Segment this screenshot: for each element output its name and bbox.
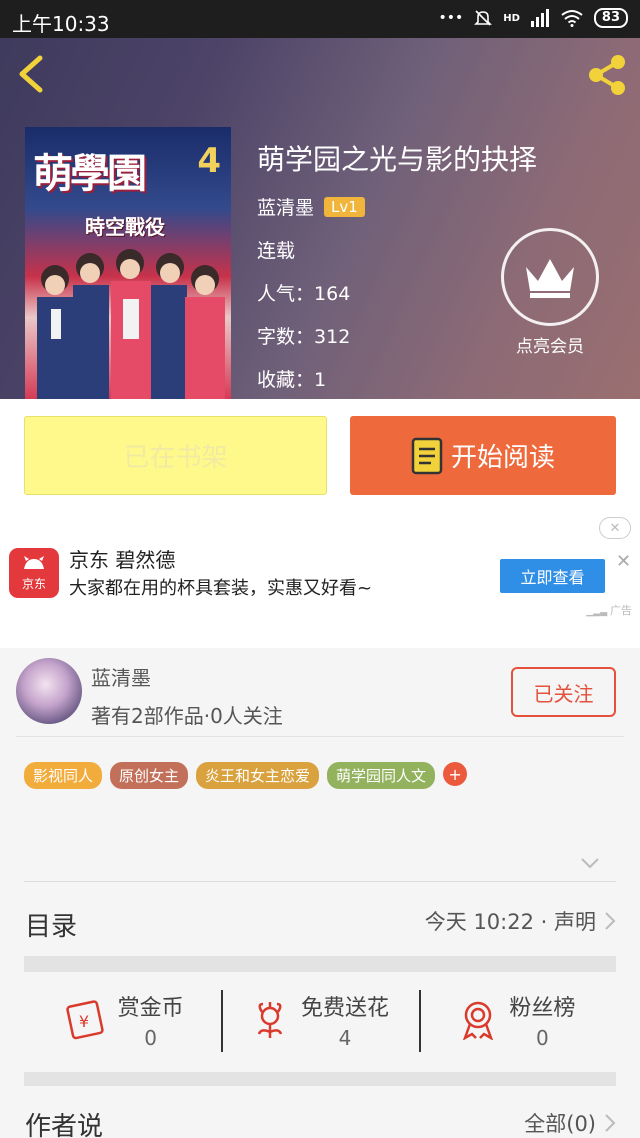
start-reading-label: 开始阅读 <box>450 443 555 473</box>
author-says-label[interactable]: 作者说 <box>25 1106 103 1138</box>
signal-bars-icon <box>530 9 549 27</box>
reward-coins[interactable]: ¥ 赏金币 0 <box>24 972 221 1068</box>
ad-description: 大家都在用的杯具套装，实惠又好看~ <box>69 578 373 599</box>
tag-chip[interactable]: 萌学园同人文 <box>327 762 436 789</box>
svg-text:¥: ¥ <box>79 1012 89 1031</box>
reward-count: 0 <box>144 1026 158 1050</box>
reward-flowers-text: 免费送花 4 <box>301 990 389 1050</box>
ad-tag-label: 广告 <box>610 604 632 617</box>
words-value: 312 <box>314 326 351 348</box>
reward-fans-text: 粉丝榜 0 <box>509 990 575 1050</box>
status-time: 上午10:33 <box>12 12 110 36</box>
jd-logo: 京东 <box>9 548 59 598</box>
wifi-icon <box>561 10 583 27</box>
more-dots-icon: ••• <box>438 10 464 26</box>
reward-fans[interactable]: 粉丝榜 0 <box>418 972 616 1068</box>
jd-dog-icon <box>24 555 44 569</box>
battery-indicator: 83 <box>593 8 628 28</box>
section-separator <box>24 1072 616 1086</box>
ad-wave-icon: ▁▂▃ <box>586 607 610 617</box>
reward-count: 0 <box>535 1026 549 1050</box>
chevron-right-icon <box>605 1114 616 1132</box>
tag-chip[interactable]: 影视同人 <box>24 762 103 789</box>
ad-view-button[interactable]: 立即查看 <box>500 559 605 593</box>
book-favorites: 收藏：1 <box>257 365 326 392</box>
cover-characters-image <box>37 249 225 399</box>
flower-icon <box>257 1002 283 1038</box>
signal-hd-label: HD <box>503 12 520 24</box>
vip-button[interactable]: 点亮会员 <box>500 228 600 358</box>
toc-update-link[interactable]: 今天 10:22 · 声明 <box>425 906 616 936</box>
book-author[interactable]: 蓝清墨 <box>257 193 314 220</box>
followed-button[interactable]: 已关注 <box>511 667 616 717</box>
vip-crown-circle <box>501 228 599 326</box>
chevron-right-icon <box>605 912 616 930</box>
jd-logo-text: 京东 <box>21 576 46 591</box>
reward-label: 赏金币 <box>117 996 184 1021</box>
ad-close-icon[interactable]: ✕ <box>616 551 631 572</box>
book-popularity: 人气：164 <box>257 279 350 306</box>
book-header: 上午10:33 ••• HD 83 萌學園 4 時空戰役 萌学园之光与影的抉择 … <box>0 0 640 399</box>
divider <box>24 881 616 882</box>
ad-title: 京东 碧然德 <box>69 548 176 572</box>
tag-chip[interactable]: 原创女主 <box>110 762 189 789</box>
tag-list: 影视同人 原创女主 炎王和女主恋爱 萌学园同人文 + <box>24 762 468 789</box>
medal-icon <box>463 1001 494 1040</box>
expand-chevron-icon[interactable] <box>580 856 600 870</box>
reward-label: 免费送花 <box>300 996 389 1021</box>
reward-coins-text: 赏金币 0 <box>118 990 184 1050</box>
favorites-value: 1 <box>314 369 327 391</box>
author-stats: 著有2部作品·0人关注 <box>91 704 283 728</box>
toc-updated: 今天 10:22 · 声明 <box>424 910 596 934</box>
words-label: 字数： <box>257 326 315 348</box>
status-bar: 上午10:33 ••• HD 83 <box>0 0 640 38</box>
book-author-line: 蓝清墨 Lv1 <box>257 193 365 220</box>
reward-bar: ¥ 赏金币 0 免费送花 4 粉丝榜 0 <box>24 972 616 1068</box>
ad-banner[interactable]: 京东 京东 碧然德 大家都在用的杯具套装，实惠又好看~ 立即查看 ✕ ✕ ▁▂▃… <box>0 511 640 648</box>
author-section: 蓝清墨 著有2部作品·0人关注 已关注 影视同人 原创女主 炎王和女主恋爱 萌学… <box>0 648 640 1138</box>
book-icon <box>411 437 443 474</box>
action-buttons: 已在书架 开始阅读 <box>0 399 640 511</box>
author-avatar[interactable] <box>16 658 82 724</box>
start-reading-button[interactable]: 开始阅读 <box>350 416 616 495</box>
status-icons: ••• HD 83 <box>438 8 628 28</box>
author-says-all-link[interactable]: 全部(0) <box>524 1108 616 1138</box>
author-name[interactable]: 蓝清墨 <box>91 662 151 691</box>
mute-bell-icon <box>474 10 493 26</box>
section-separator <box>24 956 616 972</box>
add-tag-icon[interactable]: + <box>443 762 468 786</box>
book-status: 连载 <box>257 240 296 262</box>
reward-count: 4 <box>338 1026 352 1050</box>
author-says-all: 全部(0) <box>524 1112 596 1136</box>
tag-chip[interactable]: 炎王和女主恋爱 <box>196 762 320 789</box>
book-cover[interactable]: 萌學園 4 時空戰役 <box>25 127 231 399</box>
popularity-value: 164 <box>314 283 351 305</box>
popularity-label: 人气： <box>257 283 315 305</box>
ad-dismiss-icon[interactable]: ✕ <box>599 517 631 539</box>
vip-label: 点亮会员 <box>516 337 584 357</box>
reward-label: 粉丝榜 <box>509 996 576 1021</box>
back-arrow-icon[interactable] <box>12 52 52 96</box>
ad-tag: ▁▂▃ 广告 <box>586 602 632 618</box>
red-envelope-icon: ¥ <box>65 1000 104 1040</box>
crown-icon <box>526 259 574 298</box>
cover-subtitle: 時空戰役 <box>85 215 165 239</box>
favorites-label: 收藏： <box>257 369 315 391</box>
reward-flowers[interactable]: 免费送花 4 <box>221 972 418 1068</box>
book-word-count: 字数：312 <box>257 322 350 349</box>
toc-label[interactable]: 目录 <box>25 906 77 943</box>
divider <box>16 736 624 737</box>
cover-number: 4 <box>197 141 221 181</box>
book-title: 萌学园之光与影的抉择 <box>257 143 538 176</box>
share-icon[interactable] <box>584 52 630 98</box>
in-bookshelf-button[interactable]: 已在书架 <box>24 416 327 495</box>
author-level-badge: Lv1 <box>324 196 365 217</box>
